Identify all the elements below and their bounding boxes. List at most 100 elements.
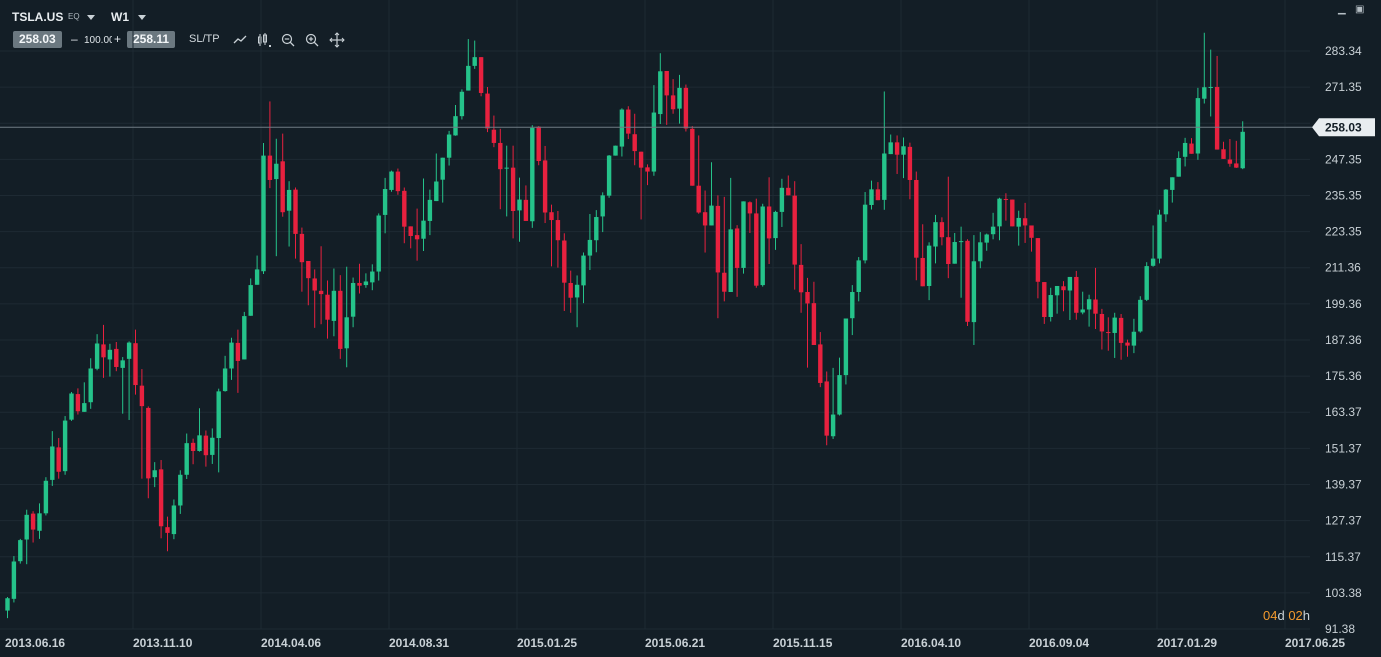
candle-body — [555, 220, 561, 241]
candle-bearish — [683, 84, 689, 132]
candle-bearish — [1227, 139, 1233, 167]
candle-bullish — [11, 556, 17, 603]
candle-body — [1182, 142, 1188, 157]
candle-bearish — [338, 275, 343, 359]
candle-bearish — [1221, 141, 1226, 159]
candle-bullish — [459, 89, 465, 120]
candle-body — [1138, 299, 1143, 332]
candle-body — [357, 282, 362, 286]
candle-bearish — [914, 171, 919, 281]
candle-body — [594, 217, 599, 241]
candle-body — [869, 189, 874, 205]
candle-body — [677, 87, 682, 109]
candle-body — [754, 213, 759, 286]
candle-bullish — [958, 226, 964, 298]
candle-body — [50, 446, 55, 480]
candle-body — [894, 142, 900, 155]
candle-bullish — [971, 235, 977, 345]
countdown-days-unit: d — [1277, 608, 1285, 623]
candle-bearish — [696, 135, 701, 214]
candle-bullish — [171, 499, 177, 540]
candle-bullish — [1202, 32, 1207, 104]
candle-body — [510, 167, 516, 212]
price-chart[interactable]: 91.38 103.38 115.37 127.37 139.37 151.37 163.3… — [0, 0, 1381, 657]
candle-body — [267, 155, 273, 180]
candle-body — [114, 348, 119, 367]
candle-bullish — [242, 311, 247, 360]
candle-bearish — [325, 280, 330, 339]
time-tick-label: 2015.11.15 — [773, 636, 833, 650]
candle-body — [965, 240, 970, 322]
candle-body — [837, 375, 842, 415]
candle-bearish — [568, 270, 573, 313]
candle-bullish — [1195, 87, 1201, 160]
candle-body — [370, 271, 375, 283]
candle-body — [1208, 86, 1213, 88]
candle-bullish — [5, 597, 10, 619]
price-tick-label: 235.35 — [1325, 189, 1362, 203]
candle-body — [459, 91, 465, 117]
candle-bearish — [101, 324, 106, 378]
candle-body — [741, 201, 746, 268]
price-tick-label: 283.34 — [1325, 44, 1362, 58]
candle-bearish — [280, 133, 285, 217]
candle-body — [82, 403, 87, 412]
candle-bullish — [69, 391, 74, 421]
candle-bearish — [805, 277, 810, 368]
candle-body — [1131, 331, 1137, 346]
candle-body — [190, 442, 196, 451]
candle-bullish — [760, 203, 765, 287]
candle-bearish — [920, 224, 925, 287]
candle-bullish — [363, 273, 369, 288]
candle-body — [478, 57, 484, 93]
candle-bullish — [389, 170, 394, 192]
candle-bearish — [414, 208, 420, 261]
candle-bullish — [658, 53, 663, 124]
candle-bullish — [1080, 291, 1085, 315]
price-tick-label: 115.37 — [1325, 550, 1361, 564]
candle-bullish — [1144, 262, 1149, 302]
candle-bullish — [248, 278, 253, 316]
time-tick-label: 2015.06.21 — [645, 636, 705, 650]
candle-bullish — [530, 125, 535, 228]
candle-bullish — [606, 155, 612, 198]
candle-bullish — [18, 538, 23, 564]
candle-body — [1054, 285, 1060, 296]
candle-body — [536, 126, 541, 162]
candle-body — [43, 480, 49, 514]
candle-body — [734, 228, 740, 268]
candle-bullish — [869, 180, 874, 210]
candle-bullish — [1131, 318, 1137, 354]
candle-bearish — [664, 70, 669, 125]
candle-bullish — [82, 382, 87, 412]
time-tick-label: 2017.01.29 — [1157, 636, 1217, 650]
candle-body — [37, 513, 42, 531]
time-tick-label: 2015.01.25 — [517, 636, 577, 650]
candle-body — [1227, 159, 1233, 164]
time-axis: 2013.06.16 2013.11.10 2014.04.06 2014.08.31… — [5, 636, 1345, 650]
candle-body — [498, 142, 503, 170]
candle-body — [350, 282, 356, 317]
price-tick-label: 163.37 — [1325, 405, 1362, 419]
candle-bearish — [299, 227, 305, 292]
candle-body — [280, 161, 285, 213]
candle-bearish — [626, 106, 631, 140]
candle-body — [1106, 332, 1111, 334]
candle-bullish — [178, 470, 183, 514]
candle-bullish — [254, 255, 260, 285]
candle-bullish — [446, 130, 452, 166]
candle-body — [1240, 131, 1245, 169]
candle-body — [126, 342, 132, 359]
price-tick-label: 139.37 — [1325, 478, 1362, 492]
candle-bullish — [830, 367, 836, 439]
candle-body — [830, 414, 836, 437]
price-tick-label: 223.35 — [1325, 225, 1362, 239]
candle-body — [1035, 238, 1041, 282]
candle-body — [888, 142, 893, 155]
candle-bearish — [549, 204, 554, 267]
candle-body — [210, 437, 215, 455]
candle-body — [1125, 342, 1130, 346]
price-tick-label: 211.36 — [1325, 261, 1361, 275]
candle-bullish — [50, 431, 55, 486]
candle-body — [549, 212, 554, 221]
